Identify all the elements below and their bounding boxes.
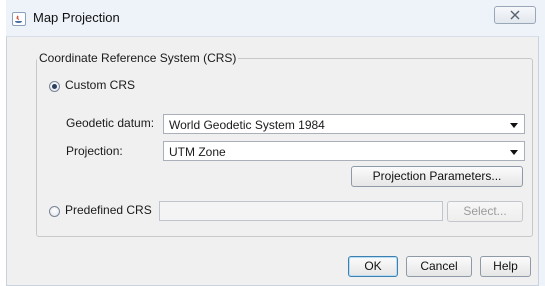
- chevron-down-icon: [510, 123, 518, 128]
- cancel-button[interactable]: Cancel: [406, 256, 472, 277]
- custom-crs-label[interactable]: Custom CRS: [65, 78, 135, 92]
- select-crs-button[interactable]: Select...: [447, 201, 523, 222]
- chevron-down-icon: [510, 150, 518, 155]
- ok-button[interactable]: OK: [348, 256, 398, 277]
- java-app-icon: [12, 12, 26, 26]
- window-title: Map Projection: [33, 10, 120, 25]
- title-bar[interactable]: Map Projection: [6, 0, 545, 36]
- map-projection-dialog: Map Projection Coordinate Reference Syst…: [6, 0, 545, 286]
- close-button[interactable]: [494, 6, 536, 24]
- close-icon: [510, 10, 520, 20]
- custom-crs-radio[interactable]: [49, 81, 60, 92]
- projection-parameters-button[interactable]: Projection Parameters...: [351, 166, 523, 187]
- projection-select[interactable]: UTM Zone: [163, 141, 525, 161]
- geodetic-datum-select[interactable]: World Geodetic System 1984: [163, 114, 525, 134]
- crs-group-legend: Coordinate Reference System (CRS): [37, 51, 239, 65]
- geodetic-datum-label: Geodetic datum:: [66, 116, 155, 130]
- geodetic-datum-value: World Geodetic System 1984: [169, 118, 325, 132]
- radio-selected-dot: [52, 84, 57, 89]
- projection-label: Projection:: [66, 144, 123, 158]
- predefined-crs-field: [159, 201, 443, 221]
- help-button[interactable]: Help: [480, 256, 531, 277]
- projection-value: UTM Zone: [169, 145, 226, 159]
- predefined-crs-label[interactable]: Predefined CRS: [65, 203, 152, 217]
- predefined-crs-radio[interactable]: [49, 206, 60, 217]
